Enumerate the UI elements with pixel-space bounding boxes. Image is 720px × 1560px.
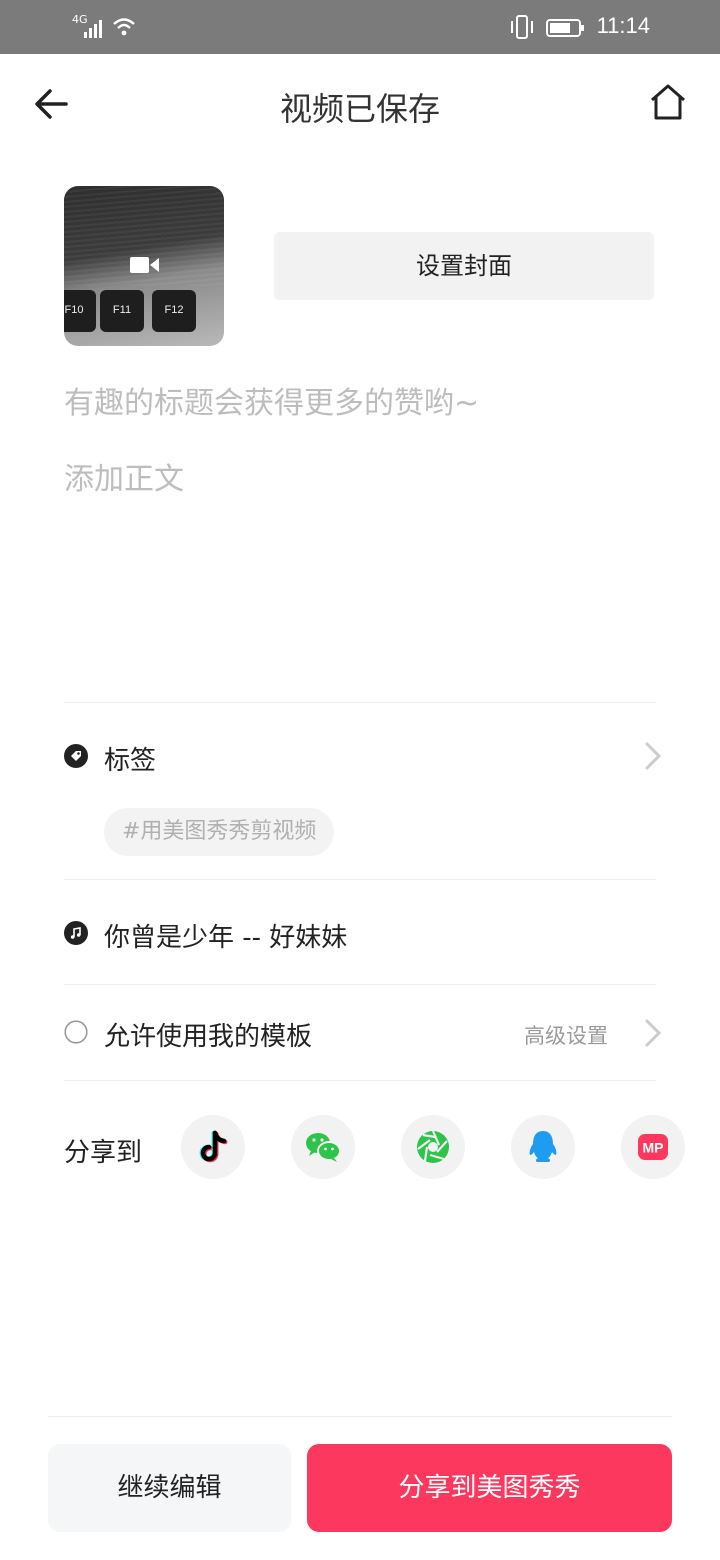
status-time: 11:14 xyxy=(596,13,650,38)
share-to-meitu-button[interactable]: 分享到美图秀秀 xyxy=(307,1444,672,1532)
keycap: F12 xyxy=(152,290,196,332)
divider xyxy=(64,702,656,703)
share-to-label: 分享到 xyxy=(64,1138,143,1168)
status-bar: 4G 11:14 xyxy=(0,0,720,54)
music-label[interactable]: 你曾是少年 -- 好妹妹 xyxy=(104,917,347,954)
video-camera-icon xyxy=(130,257,159,273)
wechat-icon xyxy=(306,1133,341,1162)
battery-icon xyxy=(546,19,584,37)
continue-edit-button[interactable]: 继续编辑 xyxy=(48,1444,291,1532)
divider xyxy=(64,984,656,985)
share-douyin-button[interactable] xyxy=(181,1115,245,1179)
wifi-icon xyxy=(113,18,135,36)
header: 视频已保存 xyxy=(0,54,720,152)
tag-chip[interactable]: #用美图秀秀剪视频 xyxy=(104,808,335,856)
tags-label[interactable]: 标签 xyxy=(104,740,156,777)
meipai-icon: MP xyxy=(638,1134,668,1160)
template-checkbox[interactable] xyxy=(64,1020,88,1044)
tag-icon xyxy=(64,744,88,768)
share-moments-button[interactable] xyxy=(401,1115,465,1179)
chevron-right-icon[interactable] xyxy=(644,1018,662,1048)
share-qq-button[interactable] xyxy=(511,1115,575,1179)
qq-icon xyxy=(529,1131,557,1162)
music-icon xyxy=(64,921,88,945)
keycap: F11 xyxy=(100,290,144,332)
set-cover-button[interactable]: 设置封面 xyxy=(274,232,654,300)
home-icon[interactable] xyxy=(646,80,690,124)
divider xyxy=(64,879,656,880)
share-wechat-button[interactable] xyxy=(291,1115,355,1179)
douyin-icon xyxy=(199,1130,228,1163)
signal-icon xyxy=(84,20,102,38)
advanced-settings-label[interactable]: 高级设置 xyxy=(524,1020,608,1050)
video-thumbnail[interactable]: F10 F11 F12 xyxy=(64,186,224,346)
meipai-text: MP xyxy=(643,1140,664,1156)
title-input[interactable]: 有趣的标题会获得更多的赞哟~ xyxy=(64,378,664,422)
share-meipai-button[interactable]: MP xyxy=(621,1115,685,1179)
page-title: 视频已保存 xyxy=(279,90,440,128)
footer-divider xyxy=(48,1416,672,1417)
vibrate-icon xyxy=(511,15,533,39)
template-label[interactable]: 允许使用我的模板 xyxy=(104,1016,312,1053)
body-input[interactable]: 添加正文 xyxy=(64,454,664,498)
wechat-moments-icon xyxy=(417,1130,449,1163)
divider xyxy=(64,1080,656,1081)
keycap: F10 xyxy=(64,290,96,332)
chevron-right-icon[interactable] xyxy=(644,741,662,771)
